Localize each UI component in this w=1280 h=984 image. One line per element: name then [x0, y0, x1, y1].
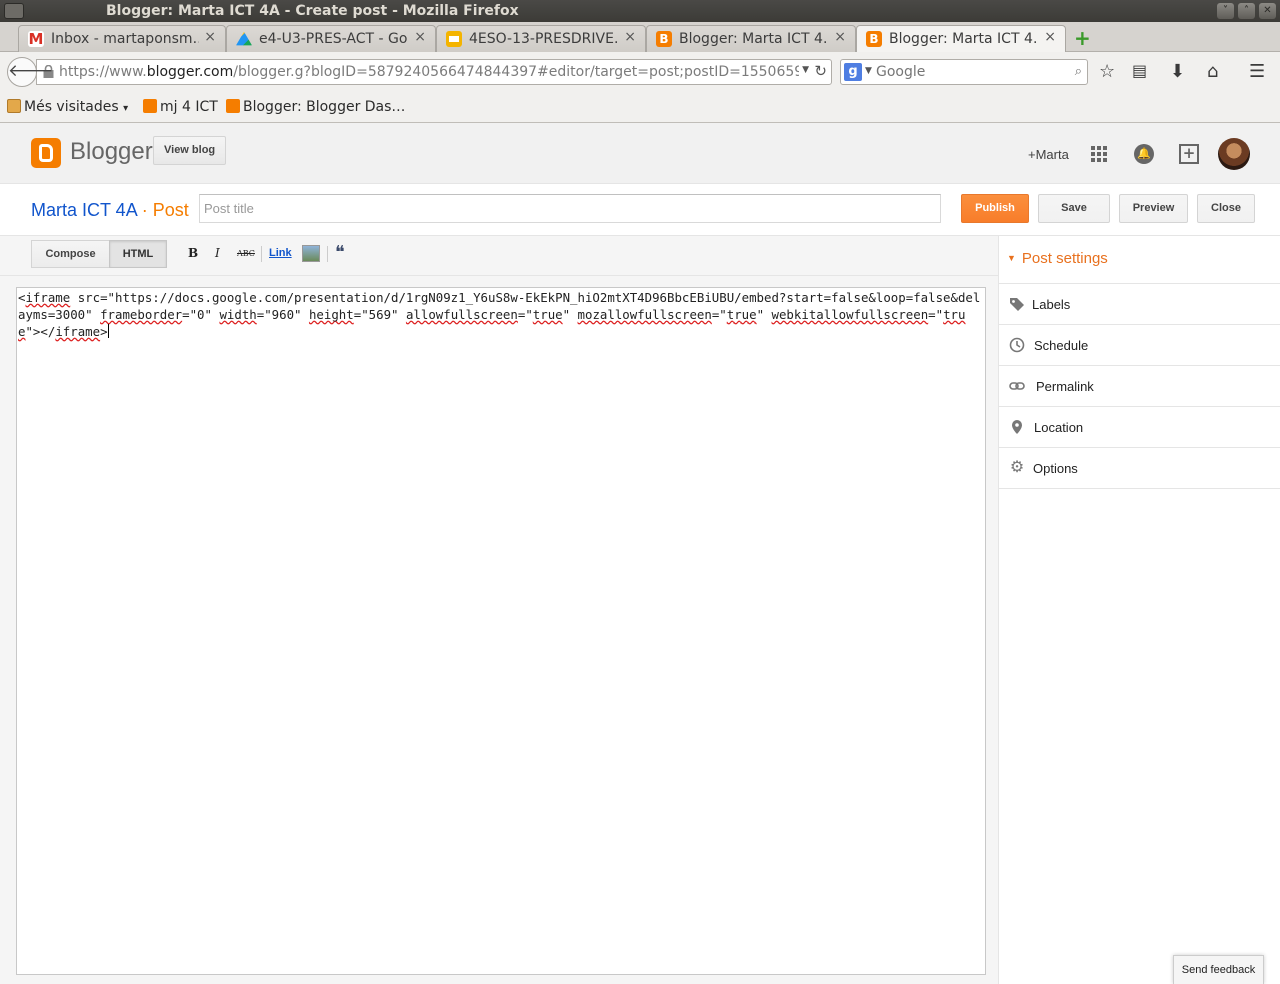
editor-area: <iframe src="https://docs.google.com/pre…	[0, 276, 998, 984]
search-bar[interactable]: g ▼ ⌕	[840, 59, 1088, 85]
google-engine-icon[interactable]: g	[844, 63, 862, 81]
sidebar-item-permalink[interactable]: Permalink	[999, 365, 1280, 406]
save-button[interactable]: Save	[1038, 194, 1110, 223]
gear-icon: ⚙	[1009, 459, 1025, 476]
toolbar-divider	[327, 246, 328, 262]
compose-mode-button[interactable]: Compose	[31, 240, 110, 268]
view-blog-button[interactable]: View blog	[153, 136, 227, 165]
bold-button[interactable]: B	[188, 246, 198, 260]
bookmark-blogger-dashboard[interactable]: Blogger: Blogger Das…	[226, 99, 405, 115]
reading-list-icon[interactable]: ▤	[1132, 61, 1147, 80]
search-input[interactable]	[876, 63, 1066, 81]
apps-grid-icon[interactable]	[1091, 146, 1107, 162]
tab-label: Blogger: Marta ICT 4…	[679, 31, 829, 47]
menu-icon[interactable]: ☰	[1249, 61, 1265, 82]
blogger-icon	[226, 99, 240, 113]
minimize-button[interactable]: ˅	[1217, 3, 1234, 19]
post-settings-heading[interactable]: ▼ Post settings	[1007, 250, 1108, 267]
tab-close-icon[interactable]: ×	[624, 29, 636, 45]
tab-label: Blogger: Marta ICT 4…	[889, 31, 1039, 47]
html-editor-textarea[interactable]: <iframe src="https://docs.google.com/pre…	[16, 287, 986, 975]
url-dropdown-icon[interactable]: ▼	[802, 65, 809, 75]
sidebar-item-options[interactable]: ⚙ Options	[999, 447, 1280, 489]
insert-link-button[interactable]: Link	[269, 247, 292, 259]
preview-button[interactable]: Preview	[1119, 194, 1188, 223]
insert-image-icon[interactable]	[302, 245, 320, 262]
window-titlebar: Blogger: Marta ICT 4A - Create post - Mo…	[0, 0, 1280, 22]
navigation-bar: https://www.blogger.com/blogger.g?blogID…	[0, 52, 1280, 92]
sidebar-item-labels[interactable]: Labels	[999, 283, 1280, 324]
bookmark-star-icon[interactable]: ☆	[1099, 61, 1115, 82]
tab-gmail[interactable]: M Inbox - martaponsm… ×	[18, 25, 226, 52]
sidebar-item-location[interactable]: Location	[999, 406, 1280, 447]
window-menu-button[interactable]	[4, 3, 24, 19]
search-icon[interactable]: ⌕	[1075, 64, 1082, 79]
quote-icon[interactable]: ❝	[335, 242, 345, 263]
close-button[interactable]: Close	[1197, 194, 1255, 223]
window-title: Blogger: Marta ICT 4A - Create post - Mo…	[106, 3, 519, 19]
tab-close-icon[interactable]: ×	[834, 29, 846, 45]
share-plus-icon[interactable]: +	[1179, 144, 1199, 164]
clock-icon	[1009, 337, 1025, 353]
gmail-icon: M	[28, 30, 44, 48]
tab-label: Inbox - martaponsm…	[51, 31, 199, 47]
tab-close-icon[interactable]: ×	[1044, 29, 1056, 45]
collapse-triangle-icon: ▼	[1007, 253, 1016, 263]
tab-label: e4-U3-PRES-ACT - Go…	[259, 31, 409, 47]
blogger-brand[interactable]: Blogger	[70, 138, 153, 166]
html-mode-button[interactable]: HTML	[109, 240, 167, 268]
blog-breadcrumb: Marta ICT 4A · Post	[31, 200, 189, 220]
blog-name-link[interactable]: Marta ICT 4A	[31, 200, 137, 220]
tab-blogger-1[interactable]: B Blogger: Marta ICT 4… ×	[646, 25, 856, 52]
tab-slides[interactable]: 4ESO-13-PRESDRIVE… ×	[436, 25, 646, 52]
blogger-icon	[143, 99, 157, 113]
tab-blogger-active[interactable]: B Blogger: Marta ICT 4… ×	[856, 25, 1066, 53]
folder-icon	[7, 99, 21, 113]
download-icon[interactable]: ⬇	[1170, 61, 1185, 82]
pin-icon	[1012, 420, 1022, 434]
link-icon	[1009, 382, 1025, 390]
bookmark-most-visited[interactable]: Més visitades ▾	[7, 99, 128, 115]
home-icon[interactable]: ⌂	[1207, 61, 1218, 82]
send-feedback-button[interactable]: Send feedback	[1173, 955, 1264, 984]
strikethrough-button[interactable]: ABC	[237, 249, 255, 258]
slides-icon	[446, 31, 462, 47]
tab-close-icon[interactable]: ×	[414, 29, 426, 45]
publish-button[interactable]: Publish	[961, 194, 1029, 223]
url-bar[interactable]: https://www.blogger.com/blogger.g?blogID…	[36, 59, 832, 85]
chevron-down-icon: ▾	[123, 103, 129, 114]
sidebar-item-schedule[interactable]: Schedule	[999, 324, 1280, 365]
breadcrumb-post: Post	[152, 200, 189, 220]
blogger-icon: B	[866, 31, 882, 47]
tab-strip: M Inbox - martaponsm… × e4-U3-PRES-ACT -…	[0, 22, 1280, 53]
url-text[interactable]: https://www.blogger.com/blogger.g?blogID…	[59, 64, 799, 80]
maximize-button[interactable]: ˄	[1238, 3, 1255, 19]
blogger-logo-icon[interactable]	[31, 138, 61, 168]
blogger-header: Blogger View blog +Marta 🔔 +	[0, 124, 1280, 184]
avatar[interactable]	[1218, 138, 1250, 170]
reload-icon[interactable]: ↻	[814, 62, 827, 80]
user-profile-link[interactable]: +Marta	[1028, 147, 1069, 162]
notifications-bell-icon[interactable]: 🔔	[1134, 144, 1154, 164]
engine-dropdown-icon[interactable]: ▼	[865, 66, 872, 76]
tag-icon	[1010, 298, 1024, 311]
drive-icon	[236, 31, 252, 46]
bookmarks-bar: Més visitades ▾ mj 4 ICT Blogger: Blogge…	[0, 92, 1280, 123]
new-tab-icon[interactable]: +	[1074, 26, 1091, 50]
tab-label: 4ESO-13-PRESDRIVE…	[469, 31, 619, 47]
editor-toolbar: Compose HTML B I ABC Link ❝	[0, 236, 998, 276]
italic-button[interactable]: I	[215, 246, 220, 260]
post-title-row: Marta ICT 4A · Post Publish Save Preview…	[0, 184, 1280, 236]
post-settings-sidebar: ▼ Post settings Labels Schedule Permalink…	[998, 236, 1280, 984]
close-window-button[interactable]: ✕	[1259, 3, 1276, 19]
blogger-icon: B	[656, 31, 672, 47]
tab-drive[interactable]: e4-U3-PRES-ACT - Go… ×	[226, 25, 436, 52]
tab-close-icon[interactable]: ×	[204, 29, 216, 45]
text-caret	[107, 324, 109, 338]
bookmark-mj-4-ict[interactable]: mj 4 ICT	[143, 99, 218, 115]
back-button[interactable]: 🡐	[7, 57, 54, 87]
post-title-input[interactable]	[199, 194, 941, 223]
toolbar-divider	[261, 246, 262, 262]
